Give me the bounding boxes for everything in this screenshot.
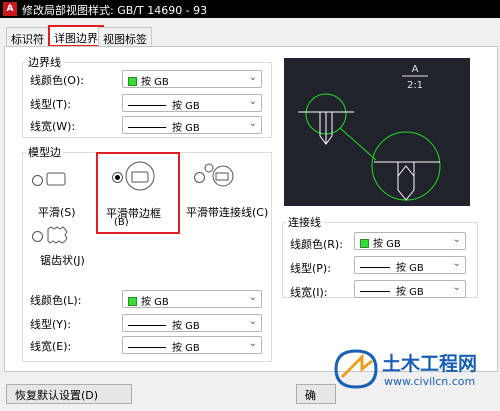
connection-linetype-dropdown[interactable]: 按 GB ⌄ bbox=[354, 256, 466, 274]
watermark-logo-icon bbox=[334, 349, 378, 389]
smooth-border-shortcut: (B) bbox=[114, 217, 129, 228]
line-sample bbox=[360, 291, 390, 292]
model-edge-lineweight-label: 线宽(E): bbox=[30, 340, 72, 353]
watermark-title: 土木工程网 bbox=[382, 353, 478, 375]
restore-defaults-button[interactable]: 恢复默认设置(D) bbox=[6, 384, 132, 404]
tab-view-label[interactable]: 视图标签 bbox=[98, 27, 152, 46]
boundary-color-dropdown[interactable]: 按 GB ⌄ bbox=[122, 70, 262, 88]
window-title: 修改局部视图样式: GB/T 14690 - 93 bbox=[22, 4, 208, 17]
chevron-down-icon: ⌄ bbox=[248, 72, 257, 83]
radio-smooth-with-border[interactable] bbox=[112, 172, 123, 183]
boundary-linetype-dropdown[interactable]: 按 GB ⌄ bbox=[122, 94, 262, 112]
connection-color-label: 线颜色(R): bbox=[290, 238, 343, 251]
preview-scale: 2:1 bbox=[407, 80, 423, 91]
model-edge-lineweight-dropdown[interactable]: 按 GB ⌄ bbox=[122, 336, 262, 354]
chevron-down-icon: ⌄ bbox=[248, 316, 257, 327]
watermark: 土木工程网 www.civilcn.com bbox=[330, 345, 500, 411]
model-edge-title: 模型边 bbox=[26, 144, 63, 160]
green-swatch bbox=[360, 239, 369, 248]
preview-pane: A 2:1 bbox=[284, 58, 470, 206]
line-sample bbox=[128, 325, 166, 326]
connection-linetype-label: 线型(P): bbox=[290, 262, 331, 275]
jagged-edge-icon bbox=[47, 226, 68, 244]
boundary-linetype-label: 线型(T): bbox=[30, 98, 72, 111]
boundary-lineweight-label: 线宽(W): bbox=[30, 120, 76, 133]
line-sample bbox=[128, 105, 166, 106]
radio-jagged[interactable] bbox=[32, 231, 43, 242]
model-edge-color-dropdown[interactable]: 按 GB ⌄ bbox=[122, 290, 262, 308]
connection-lineweight-dropdown[interactable]: 按 GB ⌄ bbox=[354, 280, 466, 298]
chevron-down-icon: ⌄ bbox=[248, 96, 257, 107]
tab-identifier[interactable]: 标识符 bbox=[6, 27, 49, 46]
model-edge-linetype-label: 线型(Y): bbox=[30, 318, 72, 331]
title-bar: A 修改局部视图样式: GB/T 14690 - 93 bbox=[0, 0, 500, 18]
smooth-label: 平滑(S) bbox=[38, 206, 76, 219]
chevron-down-icon: ⌄ bbox=[452, 282, 461, 293]
green-swatch bbox=[128, 77, 137, 86]
watermark-url: www.civilcn.com bbox=[384, 375, 476, 388]
tab-detail-boundary[interactable]: 详图边界 bbox=[48, 25, 104, 47]
smooth-connection-label: 平滑带连接线(C) bbox=[186, 206, 269, 219]
boundary-lines-title: 边界线 bbox=[26, 54, 63, 70]
line-sample bbox=[360, 267, 390, 268]
chevron-down-icon: ⌄ bbox=[248, 292, 257, 303]
preview-view-label: A bbox=[412, 64, 419, 75]
green-swatch bbox=[128, 297, 137, 306]
app-icon: A bbox=[3, 2, 17, 16]
smooth-border-icon bbox=[125, 161, 155, 191]
model-edge-color-label: 线颜色(L): bbox=[30, 294, 82, 307]
chevron-down-icon: ⌄ bbox=[248, 338, 257, 349]
connection-color-dropdown[interactable]: 按 GB ⌄ bbox=[354, 232, 466, 250]
smooth-connection-icon bbox=[204, 163, 234, 187]
connection-lineweight-label: 线宽(I): bbox=[290, 286, 328, 299]
line-sample bbox=[128, 347, 166, 348]
chevron-down-icon: ⌄ bbox=[452, 234, 461, 245]
preview-drawing: A 2:1 bbox=[298, 64, 441, 201]
boundary-lineweight-dropdown[interactable]: 按 GB ⌄ bbox=[122, 116, 262, 134]
connection-lines-title: 连接线 bbox=[286, 214, 323, 230]
model-edge-linetype-dropdown[interactable]: 按 GB ⌄ bbox=[122, 314, 262, 332]
line-sample bbox=[128, 127, 166, 128]
smooth-edge-icon bbox=[46, 172, 66, 186]
chevron-down-icon: ⌄ bbox=[248, 118, 257, 129]
boundary-color-label: 线颜色(O): bbox=[30, 74, 84, 87]
jagged-label: 锯齿状(J) bbox=[40, 254, 85, 267]
chevron-down-icon: ⌄ bbox=[452, 258, 461, 269]
radio-smooth[interactable] bbox=[32, 175, 43, 186]
